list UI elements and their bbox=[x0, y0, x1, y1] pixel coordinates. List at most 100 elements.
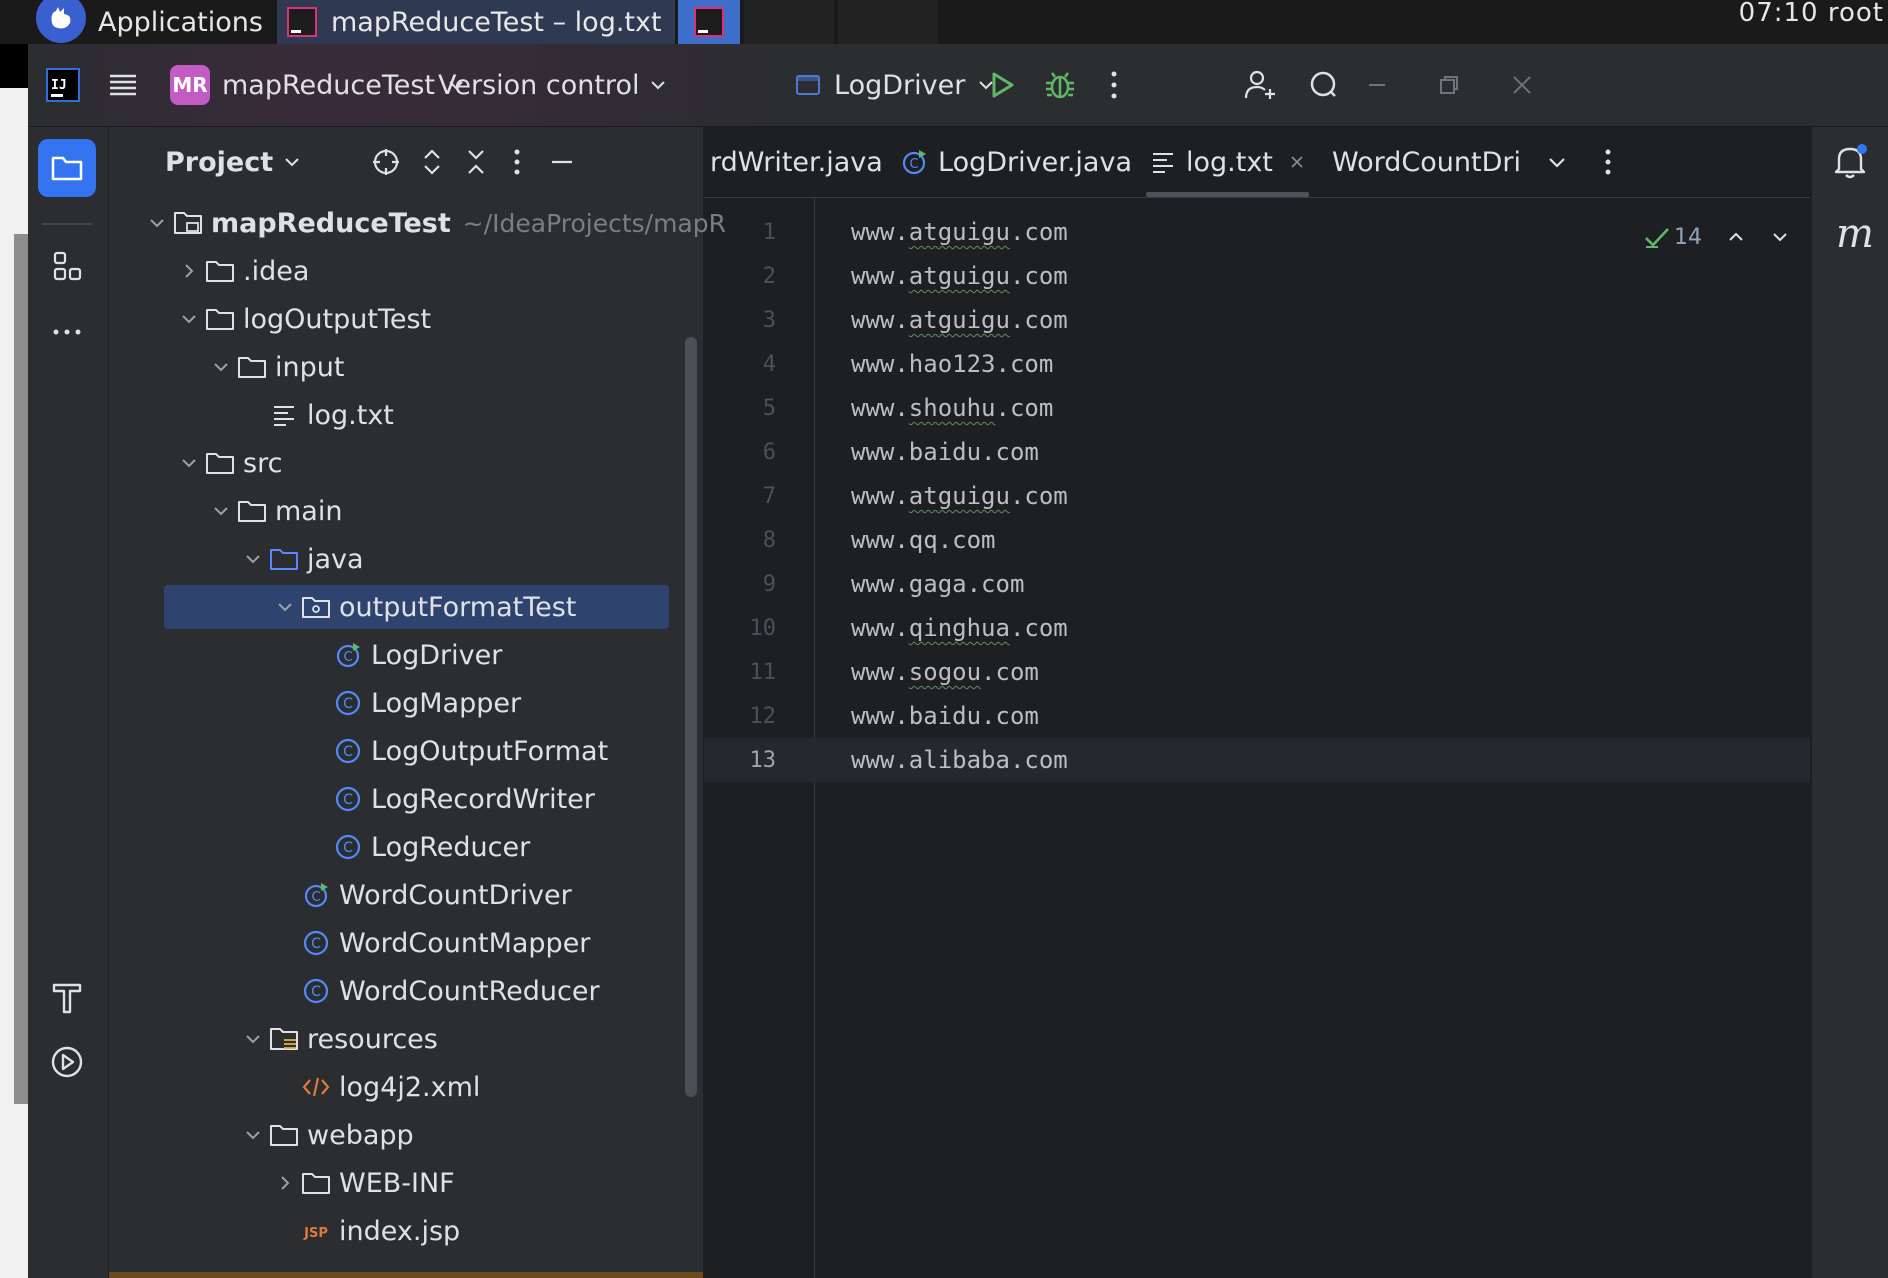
project-tool-button[interactable] bbox=[38, 139, 96, 197]
tree-node[interactable]: log.txt bbox=[109, 391, 703, 439]
services-tool-button[interactable] bbox=[38, 1033, 96, 1091]
chevron-down-icon[interactable] bbox=[239, 1121, 267, 1149]
vcs-widget[interactable]: Version control bbox=[438, 44, 667, 126]
code-line[interactable]: 4 www.hao123.com bbox=[704, 342, 1810, 386]
tree-node[interactable]: webapp bbox=[109, 1111, 703, 1159]
tree-node[interactable]: log4j2.xml bbox=[109, 1063, 703, 1111]
taskbar-clock[interactable]: 07:10 root bbox=[1739, 0, 1884, 44]
tree-node[interactable]: resources bbox=[109, 1015, 703, 1063]
tab-logdriver[interactable]: C LogDriver.java bbox=[900, 127, 1132, 197]
debug-button[interactable] bbox=[1043, 44, 1077, 126]
tree-node[interactable]: outputFormatTest bbox=[109, 583, 703, 631]
tree-node[interactable]: C LogRecordWriter bbox=[109, 775, 703, 823]
tab-wordcountdriver[interactable]: C WordCountDriv bbox=[1322, 127, 1522, 197]
taskbar-window-button-2[interactable] bbox=[678, 0, 740, 44]
project-widget[interactable]: MR mapReduceTest bbox=[170, 44, 465, 126]
project-options-button[interactable] bbox=[511, 127, 523, 197]
chevron-down-icon[interactable] bbox=[143, 209, 171, 237]
chevron-down-icon[interactable] bbox=[239, 1025, 267, 1053]
code-line[interactable]: 10 www.qinghua.com bbox=[704, 606, 1810, 650]
chevron-down-icon[interactable] bbox=[207, 497, 235, 525]
code-line[interactable]: 3 www.atguigu.com bbox=[704, 298, 1810, 342]
code-line[interactable]: 5 www.shouhu.com bbox=[704, 386, 1810, 430]
maven-tool-button[interactable]: m bbox=[1836, 211, 1874, 257]
code-line[interactable]: 13 www.alibaba.com bbox=[704, 738, 1810, 782]
folder-icon bbox=[51, 156, 83, 181]
build-tool-button[interactable] bbox=[38, 969, 96, 1027]
run-config-selector[interactable]: LogDriver bbox=[794, 44, 995, 126]
more-tools-button[interactable] bbox=[38, 303, 96, 361]
hide-panel-button[interactable] bbox=[549, 127, 575, 197]
code-line[interactable]: 6 www.baidu.com bbox=[704, 430, 1810, 474]
tree-node[interactable]: src bbox=[109, 439, 703, 487]
project-scrollbar[interactable] bbox=[685, 337, 697, 1097]
main-menu-button[interactable] bbox=[108, 44, 138, 126]
ide-logo[interactable]: IJ bbox=[46, 44, 80, 126]
code-line[interactable]: 12 www.baidu.com bbox=[704, 694, 1810, 738]
tree-node[interactable]: C WordCountDriver bbox=[109, 871, 703, 919]
close-window-button[interactable] bbox=[1510, 44, 1534, 126]
tree-node[interactable]: C WordCountReducer bbox=[109, 967, 703, 1015]
expand-all-button[interactable] bbox=[419, 127, 445, 197]
tree-node[interactable]: C WordCountMapper bbox=[109, 919, 703, 967]
tree-node[interactable]: JSP index.jsp bbox=[109, 1207, 703, 1255]
tab-recordwriter[interactable]: rdWriter.java bbox=[710, 127, 883, 197]
tree-node-label: log4j2.xml bbox=[339, 1071, 481, 1103]
tree-node[interactable]: C LogOutputFormat bbox=[109, 727, 703, 775]
chevron-down-icon[interactable] bbox=[271, 593, 299, 621]
taskbar-empty-slot bbox=[838, 0, 938, 44]
code-with-me-button[interactable] bbox=[1243, 44, 1277, 126]
minimize-button[interactable] bbox=[1366, 44, 1388, 126]
run-button[interactable] bbox=[986, 44, 1018, 126]
code-line[interactable]: 2 www.atguigu.com bbox=[704, 254, 1810, 298]
folder-icon bbox=[299, 1166, 333, 1200]
chevron-right-icon[interactable] bbox=[271, 1169, 299, 1197]
tree-node[interactable]: java bbox=[109, 535, 703, 583]
chevron-down-icon[interactable] bbox=[175, 449, 203, 477]
inspection-widget[interactable]: 14 bbox=[1644, 217, 1790, 257]
chevron-down-icon[interactable] bbox=[239, 545, 267, 573]
class-icon: C bbox=[299, 926, 333, 960]
code-line[interactable]: 9 www.gaga.com bbox=[704, 562, 1810, 606]
code-line[interactable]: 8 www.qq.com bbox=[704, 518, 1810, 562]
more-vertical-icon bbox=[514, 149, 520, 175]
intellij-icon bbox=[287, 7, 317, 37]
taskbar-window-button[interactable]: mapReduceTest – log.txt bbox=[277, 0, 675, 44]
line-number: 13 bbox=[749, 747, 777, 773]
tree-node[interactable]: C LogDriver bbox=[109, 631, 703, 679]
code-line[interactable]: 11 www.sogou.com bbox=[704, 650, 1810, 694]
tab-log-txt[interactable]: log.txt bbox=[1146, 127, 1309, 197]
folder-icon bbox=[203, 254, 237, 288]
chevron-down-icon[interactable] bbox=[1770, 227, 1790, 247]
notifications-button[interactable] bbox=[1830, 141, 1870, 181]
project-view-selector[interactable]: Project bbox=[165, 127, 301, 197]
tree-node[interactable]: main bbox=[109, 487, 703, 535]
collapse-all-button[interactable] bbox=[463, 127, 489, 197]
chevron-right-icon[interactable] bbox=[175, 257, 203, 285]
tree-node[interactable]: mapReduceTest ~/IdeaProjects/mapR bbox=[109, 199, 726, 247]
select-opened-file-button[interactable] bbox=[371, 127, 401, 197]
tree-node[interactable]: input bbox=[109, 343, 703, 391]
crosshair-icon bbox=[373, 149, 399, 175]
editor-text[interactable]: 1 www.atguigu.com 2 www.atguigu.com 3 www.atg… bbox=[704, 210, 1810, 782]
chevron-down-icon[interactable] bbox=[175, 305, 203, 333]
tree-node[interactable]: WEB-INF bbox=[109, 1159, 703, 1207]
code-line[interactable]: 7 www.atguigu.com bbox=[704, 474, 1810, 518]
tree-node[interactable]: logOutputTest bbox=[109, 295, 703, 343]
search-everywhere-button[interactable] bbox=[1308, 44, 1340, 126]
more-actions-button[interactable] bbox=[1108, 44, 1120, 126]
tree-node-label: LogDriver bbox=[371, 639, 503, 671]
chevron-up-icon[interactable] bbox=[1726, 227, 1746, 247]
tree-node[interactable]: C LogMapper bbox=[109, 679, 703, 727]
restore-button[interactable] bbox=[1438, 44, 1460, 126]
svg-text:C: C bbox=[311, 890, 320, 905]
tree-node[interactable]: C LogReducer bbox=[109, 823, 703, 871]
tree-node[interactable]: .idea bbox=[109, 247, 703, 295]
structure-tool-button[interactable] bbox=[38, 237, 96, 295]
tab-list-button[interactable] bbox=[1546, 127, 1568, 197]
applications-menu[interactable]: Applications bbox=[36, 0, 263, 44]
close-icon[interactable] bbox=[1289, 154, 1305, 170]
chevron-down-icon[interactable] bbox=[207, 353, 235, 381]
line-text: www.qq.com bbox=[851, 526, 996, 554]
tab-options-button[interactable] bbox=[1602, 127, 1614, 197]
